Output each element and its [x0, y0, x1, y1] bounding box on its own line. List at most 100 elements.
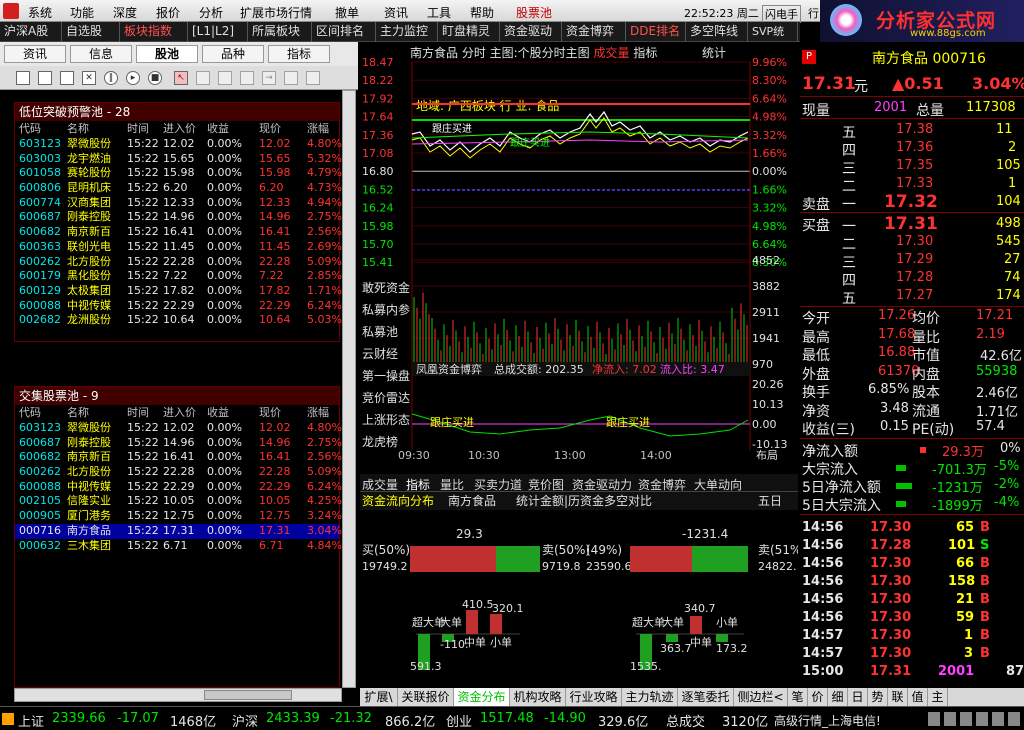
- pool-row[interactable]: 600088 中视传媒 15:22 22.29 0.00% 22.29 6.24%: [15, 299, 342, 314]
- tool-icon-5[interactable]: [306, 71, 320, 85]
- sub-tab[interactable]: 指标: [406, 476, 430, 493]
- tab-fund-game[interactable]: 资金博弈: [562, 22, 626, 42]
- menu-news[interactable]: 资讯: [384, 4, 408, 21]
- tab-svp[interactable]: SVP统计: [748, 22, 798, 57]
- menu-function[interactable]: 功能: [70, 4, 94, 21]
- menu-depth[interactable]: 深度: [113, 4, 137, 21]
- tab-long-short[interactable]: 多空阵线: [686, 22, 748, 42]
- bottom-tab[interactable]: 行业攻略: [566, 688, 622, 706]
- col-header[interactable]: 现价: [259, 121, 281, 137]
- bottom-tab[interactable]: 日: [848, 688, 868, 706]
- bottom-tab[interactable]: 逐笔委托: [678, 688, 734, 706]
- flash-trade-button[interactable]: 闪电手: [762, 5, 801, 23]
- pool-row[interactable]: 600262 北方股份 15:22 22.28 0.00% 22.28 5.09%: [15, 465, 342, 480]
- left-tab-info[interactable]: 信息: [70, 45, 132, 63]
- bottom-tab[interactable]: 侧边栏<: [734, 688, 788, 706]
- tab-sector[interactable]: 所属板块: [248, 22, 312, 42]
- col-header[interactable]: 名称: [67, 405, 89, 421]
- bottom-tab[interactable]: 值: [908, 688, 928, 706]
- sub-tab[interactable]: 竞价图: [528, 476, 564, 493]
- col-header[interactable]: 现价: [259, 405, 281, 421]
- pool-row[interactable]: 601058 赛轮股份 15:22 15.98 0.00% 15.98 4.79%: [15, 166, 342, 181]
- bottom-tab[interactable]: 关联报价: [398, 688, 454, 706]
- col-header[interactable]: 进入价: [163, 405, 196, 421]
- col-header[interactable]: 时间: [127, 405, 149, 421]
- menu-quote[interactable]: 报价: [156, 4, 180, 21]
- tool-icon-2[interactable]: [218, 71, 232, 85]
- tab-hs-a[interactable]: 沪深A股: [0, 22, 62, 42]
- col-header[interactable]: 涨幅: [307, 405, 329, 421]
- col-header[interactable]: 名称: [67, 121, 89, 137]
- left-tab-news[interactable]: 资讯: [4, 45, 66, 63]
- tool-icon-4[interactable]: [284, 71, 298, 85]
- save-icon[interactable]: [60, 71, 74, 85]
- bottom-tab[interactable]: 联: [888, 688, 908, 706]
- col-header[interactable]: 收益: [207, 405, 229, 421]
- pool-row[interactable]: 000716 南方食品 15:22 17.31 0.00% 17.31 3.04%: [15, 523, 342, 539]
- play-icon[interactable]: ▸: [126, 71, 140, 85]
- sub-tab[interactable]: 资金博弈: [638, 476, 686, 493]
- h-scroll-thumb[interactable]: [204, 690, 292, 700]
- tool-icon-1[interactable]: [196, 71, 210, 85]
- pool-row[interactable]: 600806 昆明机床 15:22 6.20 0.00% 6.20 4.73%: [15, 181, 342, 196]
- sub-tab[interactable]: 成交量: [362, 476, 398, 493]
- pool-row[interactable]: 002105 信隆实业 15:22 10.05 0.00% 10.05 4.25%: [15, 494, 342, 509]
- tool-icon-3[interactable]: [240, 71, 254, 85]
- tab-level[interactable]: [L1|L2]: [188, 22, 248, 42]
- arrow-right-icon[interactable]: →: [262, 71, 276, 85]
- bottom-tab[interactable]: 笔: [788, 688, 808, 706]
- pool-row[interactable]: 002682 龙洲股份 15:22 10.64 0.00% 10.64 5.03%: [15, 313, 342, 328]
- pool-row[interactable]: 603003 龙宇燃油 15:22 15.65 0.00% 15.65 5.32%: [15, 152, 342, 167]
- pool-row[interactable]: 600088 中视传媒 15:22 22.29 0.00% 22.29 6.24%: [15, 480, 342, 495]
- left-tab-variety[interactable]: 品种: [202, 45, 264, 63]
- tab-watch[interactable]: 盯盘精灵: [438, 22, 500, 42]
- pool-row[interactable]: 600687 刚泰控股 15:22 14.96 0.00% 14.96 2.75%: [15, 210, 342, 225]
- bottom-tab[interactable]: 扩展\: [360, 688, 398, 706]
- bottom-tab[interactable]: 资金分布: [454, 688, 510, 706]
- tab-range-rank[interactable]: 区间排名: [312, 22, 376, 42]
- left-tab-indicator[interactable]: 指标: [268, 45, 330, 63]
- sub-tab[interactable]: 买卖力道: [474, 476, 522, 493]
- intraday-chart[interactable]: 南方食品 分时 主图:个股分时主图 成交量 指标 统计 18.47 9.96% 18…: [360, 42, 798, 460]
- col-header[interactable]: 涨幅: [307, 121, 329, 137]
- tab-fund-drive[interactable]: 资金驱动: [500, 22, 562, 42]
- bottom-tab[interactable]: 主: [928, 688, 948, 706]
- menu-ext-market[interactable]: 扩展市场行情: [240, 4, 312, 21]
- trade-button[interactable]: 行: [808, 5, 819, 21]
- pool-row[interactable]: 600774 汉商集团 15:22 12.33 0.00% 12.33 4.94%: [15, 196, 342, 211]
- bottom-tab[interactable]: 主力轨迹: [622, 688, 678, 706]
- pool-row[interactable]: 600682 南京新百 15:22 16.41 0.00% 16.41 2.56%: [15, 225, 342, 240]
- pool-row[interactable]: 600363 联创光电 15:22 11.45 0.00% 11.45 2.69%: [15, 240, 342, 255]
- stop-icon[interactable]: ■: [148, 71, 162, 85]
- cursor-icon[interactable]: ↖: [174, 71, 188, 85]
- menu-analysis[interactable]: 分析: [199, 4, 223, 21]
- menu-stock-pool[interactable]: 股票池: [516, 4, 552, 21]
- menu-cancel[interactable]: 撤单: [335, 4, 359, 21]
- tab-dde[interactable]: DDE排名: [626, 22, 686, 42]
- left-scrollbar[interactable]: [342, 90, 356, 688]
- sub-tab[interactable]: 资金驱动力: [572, 476, 632, 493]
- menu-system[interactable]: 系统: [28, 4, 52, 21]
- pool-row[interactable]: 600179 黑化股份 15:22 7.22 0.00% 7.22 2.85%: [15, 269, 342, 284]
- col-header[interactable]: 进入价: [163, 121, 196, 137]
- bottom-tab[interactable]: 细: [828, 688, 848, 706]
- delete-icon[interactable]: ✕: [82, 71, 96, 85]
- pool-row[interactable]: 603123 翠微股份 15:22 12.02 0.00% 12.02 4.80%: [15, 421, 342, 436]
- col-header[interactable]: 时间: [127, 121, 149, 137]
- pool-row[interactable]: 600682 南京新百 15:22 16.41 0.00% 16.41 2.56%: [15, 450, 342, 465]
- sub-tab[interactable]: 大单动向: [694, 476, 742, 493]
- bottom-tab[interactable]: 价: [808, 688, 828, 706]
- pool-row[interactable]: 600262 北方股份 15:22 22.28 0.00% 22.28 5.09%: [15, 255, 342, 270]
- menu-tools[interactable]: 工具: [427, 4, 451, 21]
- pool-row[interactable]: 000905 厦门港务 15:22 12.75 0.00% 12.75 3.24%: [15, 509, 342, 524]
- pool-row[interactable]: 600129 太极集团 15:22 17.82 0.00% 17.82 1.71%: [15, 284, 342, 299]
- col-header[interactable]: 代码: [19, 405, 41, 421]
- pool-row[interactable]: 600687 刚泰控股 15:22 14.96 0.00% 14.96 2.75%: [15, 436, 342, 451]
- sub-tab[interactable]: 量比: [440, 476, 464, 493]
- open-icon[interactable]: [38, 71, 52, 85]
- col-header[interactable]: 代码: [19, 121, 41, 137]
- left-tab-pool[interactable]: 股池: [136, 45, 198, 63]
- tab-sector-index[interactable]: 板块指数: [120, 22, 188, 42]
- bottom-tab[interactable]: 机构攻略: [510, 688, 566, 706]
- tab-main-monitor[interactable]: 主力监控: [376, 22, 438, 42]
